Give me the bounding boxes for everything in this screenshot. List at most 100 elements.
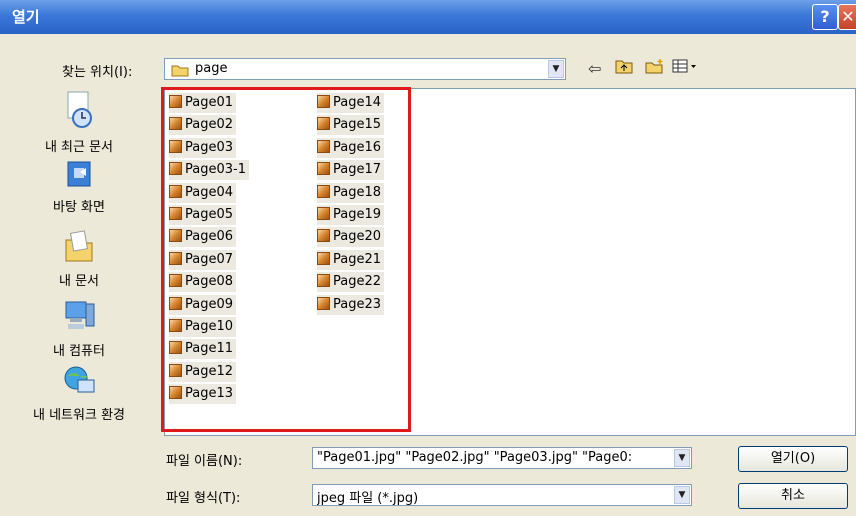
chevron-down-icon[interactable]: ▼ bbox=[674, 486, 690, 504]
file-item-label: Page06 bbox=[185, 229, 234, 245]
file-item-label: Page18 bbox=[333, 184, 382, 200]
file-item[interactable]: Page15 bbox=[317, 115, 385, 136]
place-network[interactable]: 내 네트워크 환경 bbox=[0, 364, 158, 423]
place-desktop[interactable]: 바탕 화면 bbox=[0, 160, 158, 215]
place-my-documents[interactable]: 내 문서 bbox=[0, 228, 158, 289]
close-button[interactable]: ✕ bbox=[838, 4, 856, 30]
file-item[interactable]: Page22 bbox=[317, 272, 385, 293]
file-item-label: Page17 bbox=[333, 162, 382, 178]
my-computer-icon bbox=[0, 298, 158, 338]
file-item[interactable]: Page06 bbox=[169, 227, 237, 248]
file-item[interactable]: Page17 bbox=[317, 160, 385, 181]
file-item-label: Page22 bbox=[333, 274, 382, 290]
file-type-value: jpeg 파일 (*.jpg) bbox=[317, 491, 419, 506]
place-label: 내 컴퓨터 bbox=[53, 344, 105, 359]
up-folder-icon[interactable] bbox=[615, 58, 633, 80]
file-item-label: Page09 bbox=[185, 296, 234, 312]
file-item[interactable]: Page05 bbox=[169, 205, 237, 225]
file-item[interactable]: Page12 bbox=[169, 361, 237, 382]
file-item[interactable]: Page21 bbox=[317, 249, 385, 270]
file-item-label: Page13 bbox=[185, 386, 234, 402]
place-label: 내 최근 문서 bbox=[44, 140, 114, 155]
image-file-icon bbox=[317, 274, 330, 288]
help-button[interactable]: ? bbox=[812, 4, 838, 30]
image-file-icon bbox=[317, 296, 330, 310]
file-item[interactable]: Page07 bbox=[169, 249, 237, 270]
file-item[interactable]: Page04 bbox=[169, 182, 237, 203]
file-item-label: Page02 bbox=[185, 117, 234, 133]
file-item-label: Page14 bbox=[333, 95, 382, 110]
image-file-icon bbox=[169, 341, 182, 355]
chevron-down-icon[interactable]: ▼ bbox=[674, 449, 690, 467]
look-in-value: page bbox=[195, 61, 228, 76]
folder-icon bbox=[171, 63, 189, 81]
open-button[interactable]: 열기(O) bbox=[738, 446, 848, 472]
desktop-icon bbox=[0, 160, 158, 194]
file-list[interactable]: Page01 Page02 Page03 Page03-1 Page04 Page05 Pa… bbox=[164, 88, 856, 436]
view-menu-icon[interactable] bbox=[672, 58, 698, 80]
file-item[interactable]: Page09 bbox=[169, 294, 237, 315]
image-file-icon bbox=[169, 117, 182, 131]
image-file-icon bbox=[317, 139, 330, 153]
file-item-label: Page04 bbox=[185, 184, 234, 200]
file-item[interactable]: Page23 bbox=[317, 294, 385, 315]
file-item[interactable]: Page20 bbox=[317, 227, 385, 248]
network-places-icon bbox=[0, 364, 158, 402]
file-type-label: 파일 형식(T): bbox=[166, 491, 241, 506]
file-name-input[interactable]: "Page01.jpg" "Page02.jpg" "Page03.jpg" "… bbox=[312, 447, 692, 469]
file-item-label: Page10 bbox=[185, 319, 234, 334]
file-item-label: Page23 bbox=[333, 296, 382, 312]
file-item[interactable]: Page02 bbox=[169, 115, 237, 136]
file-item-label: Page16 bbox=[333, 139, 382, 155]
look-in-label: 찾는 위치(I): bbox=[62, 65, 133, 80]
image-file-icon bbox=[169, 363, 182, 377]
file-item[interactable]: Page08 bbox=[169, 272, 237, 293]
place-label: 내 네트워크 환경 bbox=[33, 408, 125, 423]
my-documents-icon bbox=[0, 228, 158, 268]
back-icon[interactable]: ⇦ bbox=[588, 58, 601, 80]
look-in-dropdown[interactable]: page ▼ bbox=[164, 58, 566, 80]
chevron-down-icon[interactable]: ▼ bbox=[548, 60, 564, 78]
file-item[interactable]: Page03 bbox=[169, 137, 237, 158]
file-type-dropdown[interactable]: jpeg 파일 (*.jpg) ▼ bbox=[312, 484, 692, 506]
place-recent-documents[interactable]: 내 최근 문서 bbox=[0, 90, 158, 155]
image-file-icon bbox=[169, 386, 182, 400]
file-item-label: Page03 bbox=[185, 139, 234, 155]
file-item-label: Page11 bbox=[185, 341, 234, 357]
new-folder-icon[interactable] bbox=[645, 58, 665, 80]
file-item-label: Page20 bbox=[333, 229, 382, 245]
image-file-icon bbox=[317, 184, 330, 198]
file-item-label: Page01 bbox=[185, 95, 234, 110]
image-file-icon bbox=[169, 139, 182, 153]
file-item[interactable]: Page13 bbox=[169, 384, 237, 405]
recent-documents-icon bbox=[0, 90, 158, 134]
image-file-icon bbox=[169, 162, 182, 176]
file-item-label: Page15 bbox=[333, 117, 382, 133]
cancel-button[interactable]: 취소 bbox=[738, 483, 848, 509]
file-item[interactable]: Page14 bbox=[317, 93, 385, 113]
image-file-icon bbox=[317, 95, 330, 108]
image-file-icon bbox=[317, 207, 330, 220]
window-title: 열기 bbox=[12, 8, 40, 26]
image-file-icon bbox=[317, 162, 330, 176]
image-file-icon bbox=[169, 184, 182, 198]
file-item[interactable]: Page18 bbox=[317, 182, 385, 203]
place-my-computer[interactable]: 내 컴퓨터 bbox=[0, 298, 158, 359]
image-file-icon bbox=[317, 117, 330, 131]
image-file-icon bbox=[169, 274, 182, 288]
image-file-icon bbox=[169, 207, 182, 220]
file-item[interactable]: Page10 bbox=[169, 317, 237, 337]
file-item[interactable]: Page03-1 bbox=[169, 160, 249, 181]
file-item[interactable]: Page16 bbox=[317, 137, 385, 158]
image-file-icon bbox=[169, 251, 182, 265]
file-item[interactable]: Page11 bbox=[169, 339, 237, 360]
file-item[interactable]: Page19 bbox=[317, 205, 385, 225]
image-file-icon bbox=[317, 251, 330, 265]
file-item-label: Page03-1 bbox=[185, 162, 246, 178]
title-bar: 열기 ? ✕ bbox=[0, 0, 856, 34]
file-name-label: 파일 이름(N): bbox=[166, 454, 243, 469]
place-label: 바탕 화면 bbox=[53, 200, 105, 215]
file-item-label: Page05 bbox=[185, 207, 234, 222]
file-item[interactable]: Page01 bbox=[169, 93, 237, 113]
place-label: 내 문서 bbox=[58, 274, 99, 289]
